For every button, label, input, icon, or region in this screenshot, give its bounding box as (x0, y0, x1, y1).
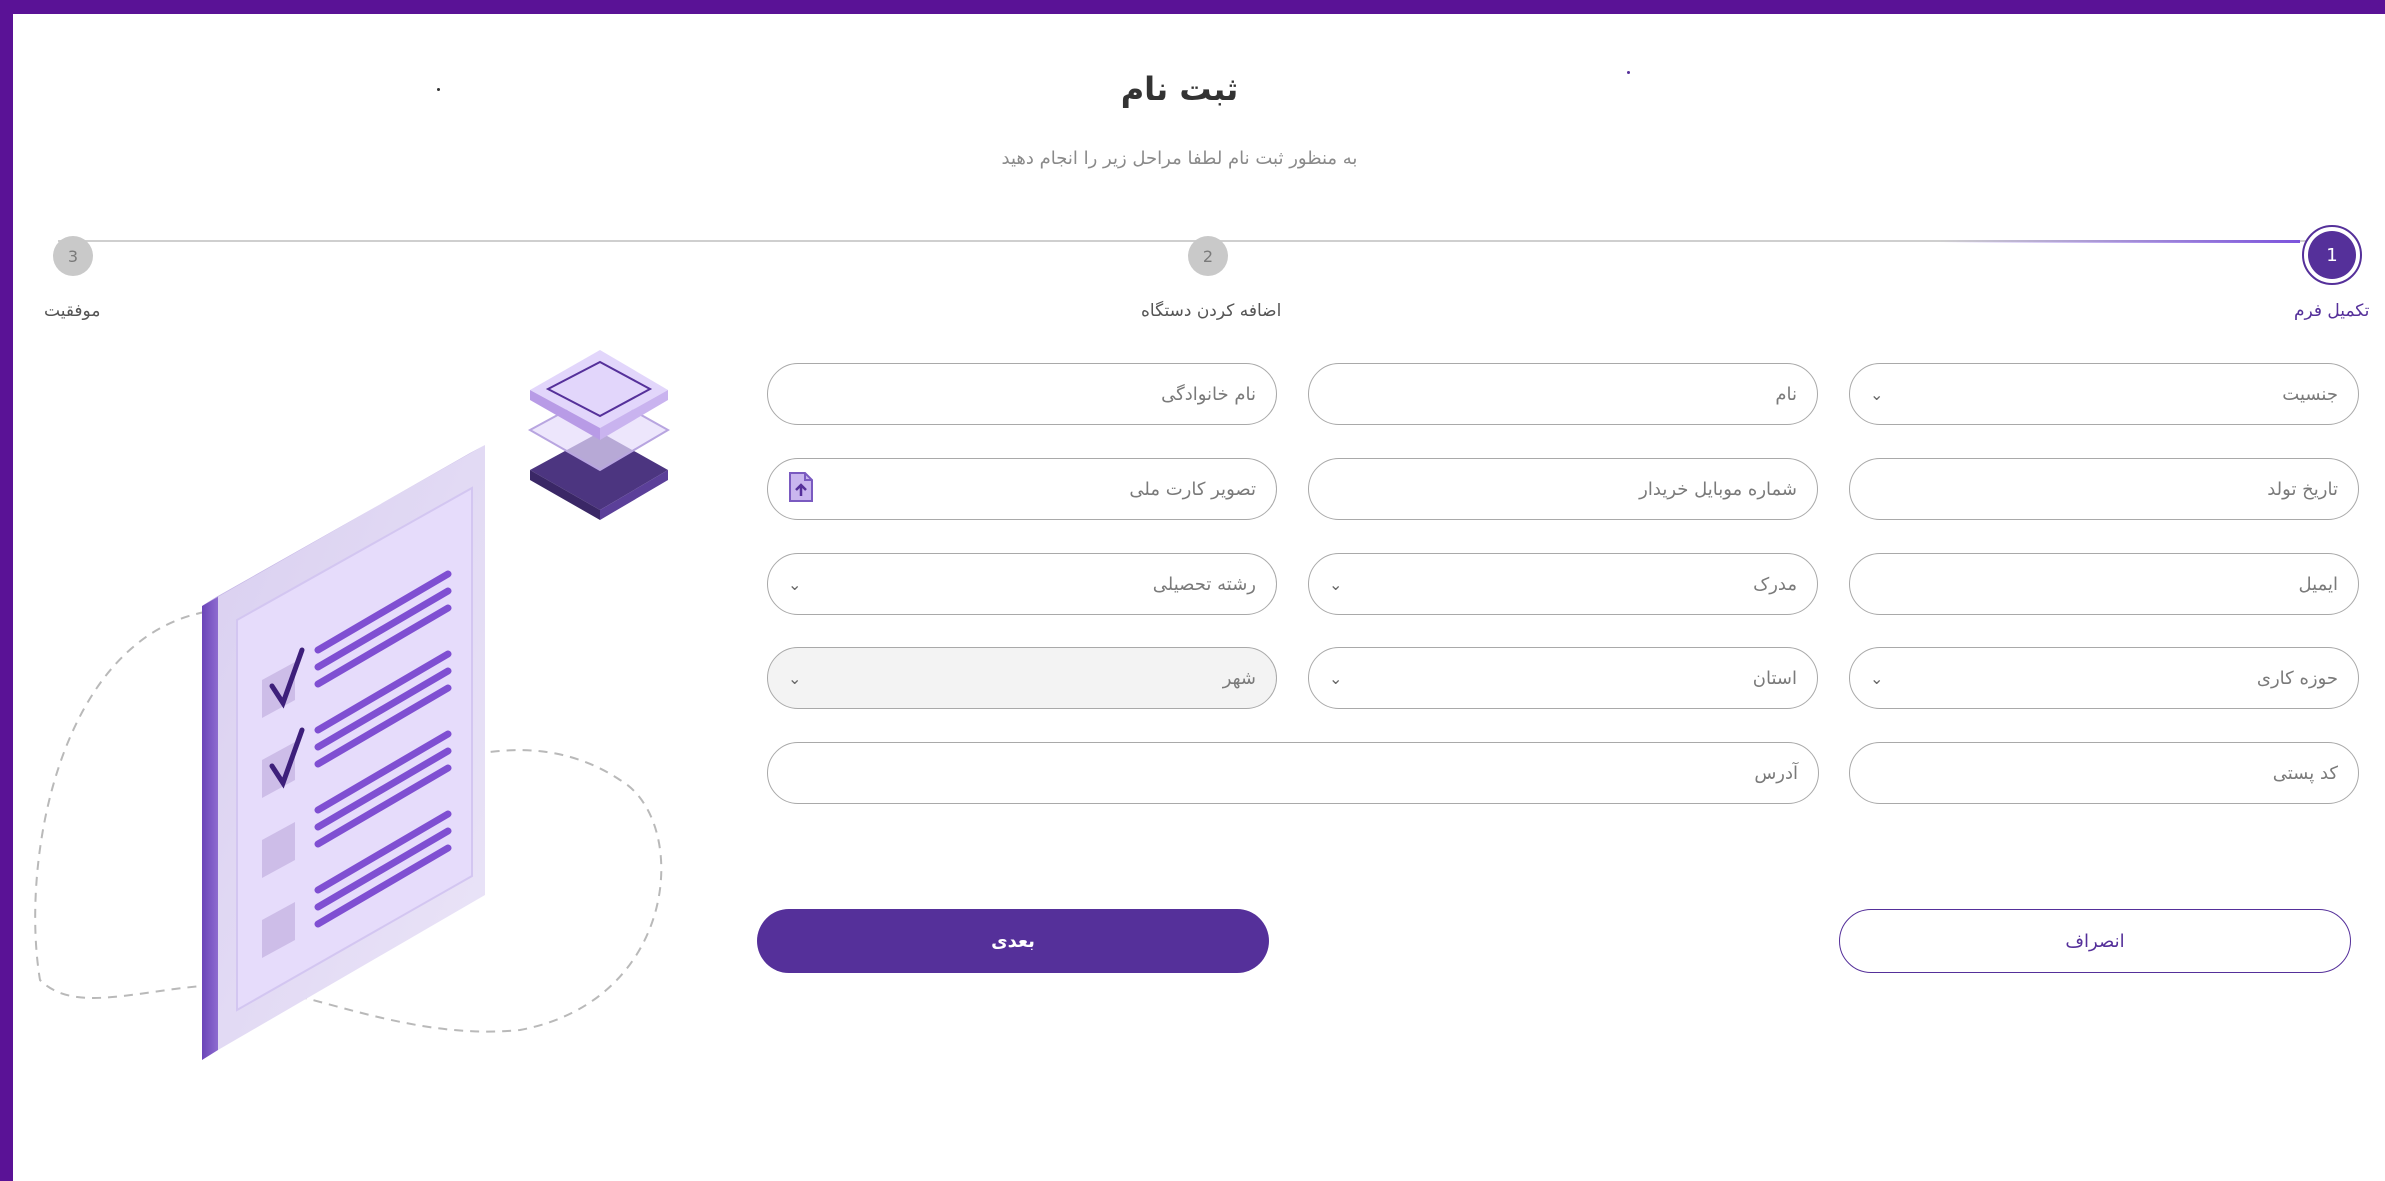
chevron-down-icon: ⌄ (1329, 668, 1343, 688)
national-card-upload[interactable]: تصویر کارت ملی (767, 458, 1277, 520)
degree-select[interactable]: مدرک ⌄ (1308, 553, 1818, 615)
mobile-input[interactable]: شماره موبایل خریدار (1308, 458, 1818, 520)
last-name-placeholder: نام خانوادگی (1161, 383, 1256, 405)
address-input[interactable]: آدرس (767, 742, 1819, 804)
work-area-placeholder: حوزه کاری (2256, 667, 2338, 689)
cancel-button[interactable]: انصراف (1839, 909, 2351, 973)
last-name-input[interactable]: نام خانوادگی (767, 363, 1277, 425)
birth-date-placeholder: تاریخ تولد (2267, 478, 2338, 500)
chevron-down-icon: ⌄ (788, 668, 802, 688)
chevron-down-icon: ⌄ (788, 574, 802, 594)
work-area-select[interactable]: حوزه کاری ⌄ (1849, 647, 2359, 709)
national-card-placeholder: تصویر کارت ملی (1129, 478, 1256, 500)
page-subtitle: به منظور ثبت نام لطفا مراحل زیر را انجام… (1001, 148, 1358, 169)
next-button[interactable]: بعدی (757, 909, 1269, 973)
city-placeholder: شهر (1222, 667, 1256, 689)
chevron-down-icon: ⌄ (1870, 668, 1884, 688)
email-input[interactable]: ایمیل (1849, 553, 2359, 615)
birth-date-input[interactable]: تاریخ تولد (1849, 458, 2359, 520)
address-placeholder: آدرس (1754, 762, 1798, 784)
province-select[interactable]: استان ⌄ (1308, 647, 1818, 709)
step-3-indicator: 3 (53, 236, 93, 276)
province-placeholder: استان (1752, 667, 1797, 689)
first-name-placeholder: نام (1775, 383, 1797, 405)
step-1-label: تکمیل فرم (2294, 301, 2370, 321)
step-1-number: 1 (2308, 231, 2356, 279)
chevron-down-icon: ⌄ (1329, 574, 1343, 594)
step-2-label: اضافه کردن دستگاه (1141, 301, 1282, 321)
chevron-down-icon: ⌄ (1870, 384, 1884, 404)
file-upload-icon[interactable] (788, 471, 814, 507)
field-of-study-placeholder: رشته تحصیلی (1152, 573, 1256, 595)
stepper-track-progress (1940, 240, 2300, 243)
page-title: ثبت نام (1120, 70, 1239, 108)
field-of-study-select[interactable]: رشته تحصیلی ⌄ (767, 553, 1277, 615)
stacked-tiles-icon (527, 350, 671, 520)
gender-placeholder: جنسیت (2282, 383, 2338, 405)
gender-select[interactable]: جنسیت ⌄ (1849, 363, 2359, 425)
step-1-indicator: 1 (2302, 225, 2362, 285)
mobile-placeholder: شماره موبایل خریدار (1639, 478, 1797, 500)
checklist-illustration (34, 350, 671, 1060)
step-2-indicator: 2 (1188, 236, 1228, 276)
email-placeholder: ایمیل (2298, 573, 2338, 595)
city-select[interactable]: شهر ⌄ (767, 647, 1277, 709)
postal-code-placeholder: کد پستی (2272, 762, 2338, 784)
first-name-input[interactable]: نام (1308, 363, 1818, 425)
postal-code-input[interactable]: کد پستی (1849, 742, 2359, 804)
degree-placeholder: مدرک (1753, 573, 1797, 595)
